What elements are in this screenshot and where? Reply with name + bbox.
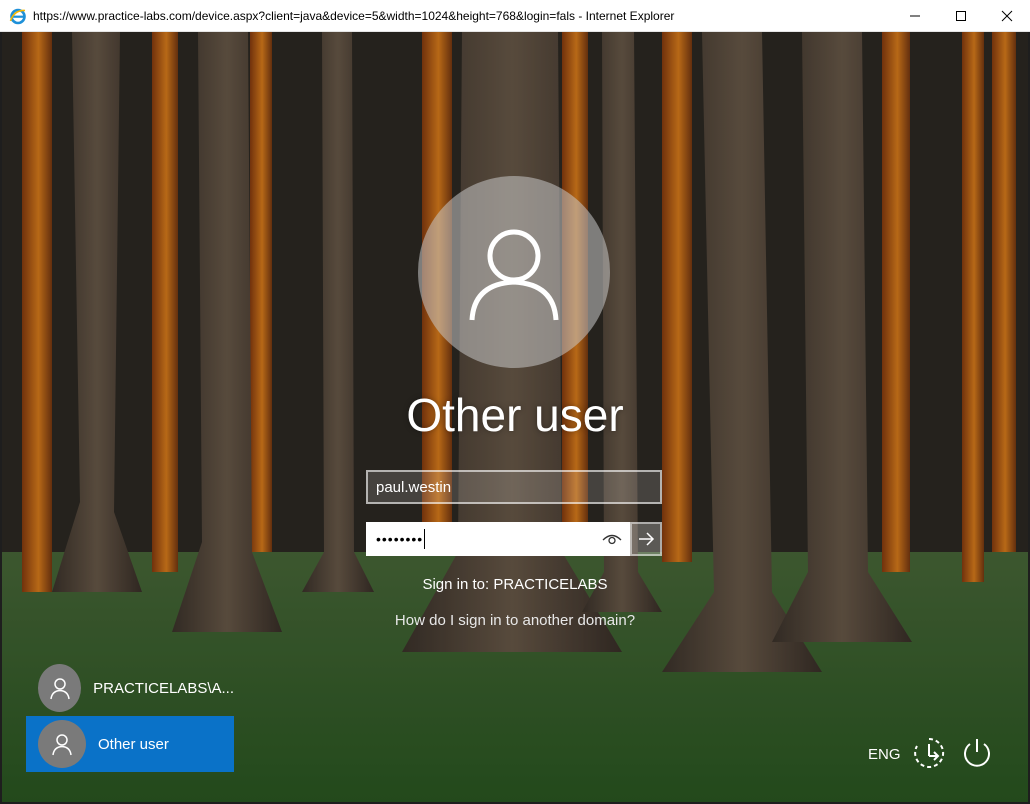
minimize-button[interactable] xyxy=(892,0,938,32)
ease-of-access-button[interactable] xyxy=(912,736,946,770)
avatar xyxy=(38,664,82,712)
eye-icon xyxy=(602,534,622,545)
other-domain-link[interactable]: How do I sign in to another domain? xyxy=(2,612,1028,629)
user-icon xyxy=(469,229,559,321)
user-icon xyxy=(52,734,72,756)
username-value: paul.westin xyxy=(376,478,452,496)
lock-screen: Other user paul.westin •••••••• Sign in … xyxy=(2,32,1028,802)
text-caret xyxy=(424,529,426,549)
user-tile-label: PRACTICELABS\A... xyxy=(93,679,234,697)
power-icon xyxy=(964,739,990,767)
internet-explorer-icon xyxy=(9,7,27,25)
title-bar: https://www.practice-labs.com/device.asp… xyxy=(0,0,1030,32)
minimize-icon xyxy=(910,15,920,16)
user-title: Other user xyxy=(406,389,624,441)
reveal-password-button[interactable] xyxy=(602,531,622,547)
user-avatar-large xyxy=(418,176,610,368)
user-tile-other-user[interactable]: Other user xyxy=(26,716,234,772)
password-row: •••••••• xyxy=(366,522,662,556)
password-field[interactable]: •••••••• xyxy=(366,522,630,556)
user-tile-label: Other user xyxy=(98,735,169,753)
maximize-icon xyxy=(956,10,966,21)
avatar xyxy=(38,720,86,768)
password-mask: •••••••• xyxy=(376,531,424,547)
close-button[interactable] xyxy=(984,0,1030,32)
power-button[interactable] xyxy=(960,736,994,770)
submit-button[interactable] xyxy=(630,522,662,556)
maximize-button[interactable] xyxy=(938,0,984,32)
sign-in-domain-text: Sign in to: PRACTICELABS xyxy=(422,576,608,593)
language-indicator[interactable]: ENG xyxy=(868,746,901,763)
user-tile-practicelabs[interactable]: PRACTICELABS\A... xyxy=(26,660,234,716)
username-field[interactable]: paul.westin xyxy=(366,470,662,504)
window-title: https://www.practice-labs.com/device.asp… xyxy=(33,8,675,23)
arrow-right-icon xyxy=(639,532,655,546)
user-icon xyxy=(49,678,70,700)
ease-of-access-icon xyxy=(914,737,945,768)
close-icon xyxy=(1001,10,1013,21)
